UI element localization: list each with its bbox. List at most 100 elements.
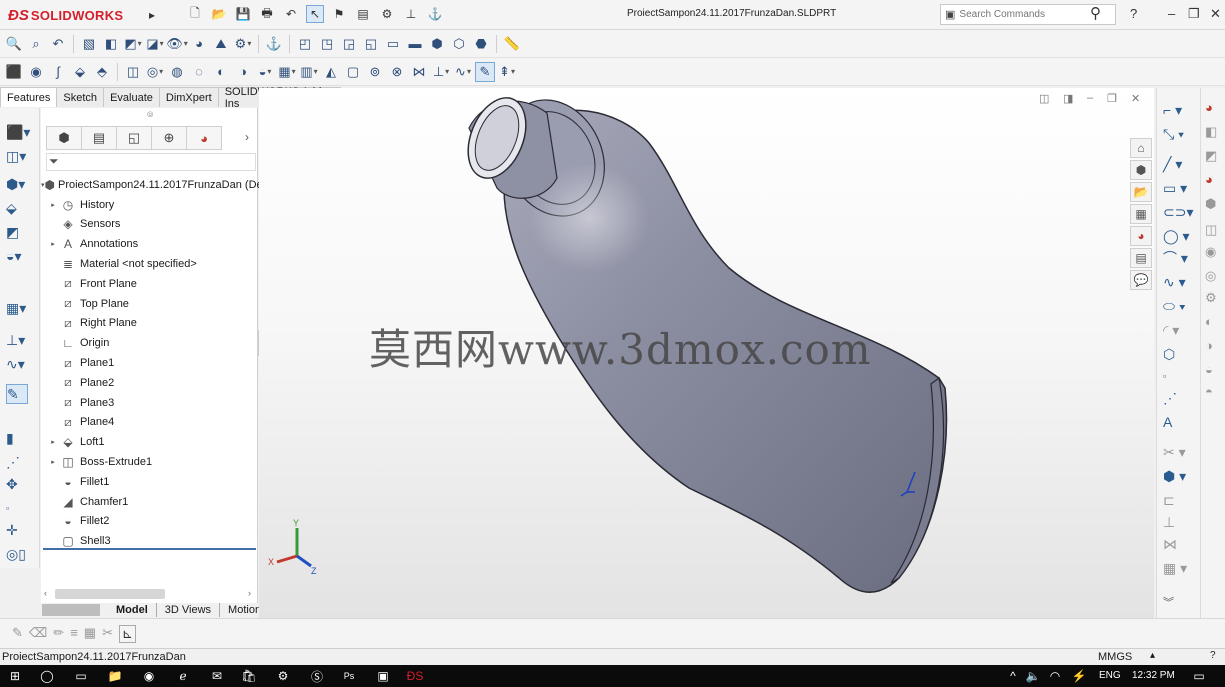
previous-view-icon[interactable]: ↶: [48, 34, 68, 54]
extrude-tool-icon[interactable]: ⬛▾: [6, 122, 34, 142]
store-icon[interactable]: 🛍: [240, 667, 258, 685]
loft-tool-icon[interactable]: ⬙: [6, 198, 34, 218]
arc-icon[interactable]: ⌒ ▾: [1163, 248, 1195, 268]
solidworks-logo[interactable]: ƉS SOLIDWORKS: [8, 5, 123, 25]
anchor-icon[interactable]: ⚓: [426, 5, 444, 23]
scroll-left-icon[interactable]: ‹: [44, 588, 47, 598]
panel-grip-icon[interactable]: ⦾: [147, 110, 153, 120]
convert-entities-icon[interactable]: ⬢ ▾: [1163, 466, 1195, 486]
decal-icon[interactable]: ◧: [1205, 124, 1223, 142]
design-library-icon[interactable]: ⬢: [1130, 160, 1152, 180]
tree-item[interactable]: ⧄ Plane3: [41, 393, 258, 413]
right-view-icon[interactable]: ◱: [361, 34, 381, 54]
reference-geometry-icon[interactable]: ⊥: [402, 5, 420, 23]
tree-item[interactable]: ∟ Origin: [41, 333, 258, 353]
wrap-icon[interactable]: ⊚: [365, 62, 385, 82]
scene-icon[interactable]: ◩: [1205, 148, 1223, 166]
chevron-right-icon[interactable]: ▸: [47, 240, 59, 248]
curves-icon[interactable]: ∿: [453, 62, 473, 82]
new-document-icon[interactable]: 🗋: [186, 5, 204, 23]
photoshop-icon[interactable]: Ps: [340, 667, 358, 685]
polygon-icon[interactable]: ⬡: [1163, 344, 1195, 364]
line-icon[interactable]: ╱ ▾: [1163, 154, 1195, 174]
search-input[interactable]: [959, 9, 1080, 20]
panel-tabs-scroll-right-icon[interactable]: ›: [245, 130, 249, 144]
windows-start-icon[interactable]: ⊞: [6, 667, 24, 685]
tree-item[interactable]: ⧄ Right Plane: [41, 314, 258, 334]
tab-features[interactable]: Features: [0, 87, 58, 107]
file-explorer-icon[interactable]: 📂: [1130, 182, 1152, 202]
spline-icon[interactable]: ∿ ▾: [1163, 272, 1195, 292]
boundary-cut-icon[interactable]: ◑: [233, 62, 253, 82]
custom-properties-icon[interactable]: ▤: [1130, 248, 1152, 268]
cut-tool-icon[interactable]: ◫▾: [6, 146, 34, 166]
front-view-icon[interactable]: ◰: [295, 34, 315, 54]
rebuild-icon[interactable]: ⚑: [330, 5, 348, 23]
camera-icon[interactable]: ◎: [1205, 268, 1223, 286]
centerline-icon[interactable]: ⋰: [1163, 388, 1195, 408]
solid-tool-icon[interactable]: ◩: [6, 222, 34, 242]
print-icon[interactable]: 🖶: [258, 5, 276, 23]
extruded-boss-icon[interactable]: ⬛: [4, 62, 24, 82]
ruler-tool-icon[interactable]: ◎▯: [6, 544, 34, 564]
back-view-icon[interactable]: ◳: [317, 34, 337, 54]
open-folder-icon[interactable]: 📂: [210, 5, 228, 23]
network-icon[interactable]: ⚡: [1070, 667, 1088, 685]
slot-icon[interactable]: ⊂⊃▾: [1163, 202, 1195, 222]
display-style-icon[interactable]: ◪: [145, 34, 165, 54]
file-explorer-taskbar-icon[interactable]: 📁: [106, 667, 124, 685]
select-cursor-icon[interactable]: ↖: [306, 5, 324, 23]
save-icon[interactable]: 💾: [234, 5, 252, 23]
task-view-icon[interactable]: ▭: [72, 667, 90, 685]
skype-icon[interactable]: Ⓢ: [308, 667, 326, 685]
cut-list-icon[interactable]: ✂: [102, 625, 113, 643]
rectangle-icon[interactable]: ▭ ▾: [1163, 178, 1195, 198]
lofted-boss-icon[interactable]: ⬙: [70, 62, 90, 82]
tree-item[interactable]: ⧄ Front Plane: [41, 274, 258, 294]
smart-dimension-icon[interactable]: ⤡ ▾: [1163, 124, 1195, 144]
lofted-cut-icon[interactable]: ◐: [211, 62, 231, 82]
tree-filter[interactable]: ⏷: [46, 153, 256, 171]
hole-wizard-icon[interactable]: ◎: [145, 62, 165, 82]
view-orientation-icon[interactable]: ◩: [123, 34, 143, 54]
rib-icon[interactable]: ▥: [299, 62, 319, 82]
chevron-right-icon[interactable]: ▸: [47, 438, 59, 446]
units-indicator[interactable]: MMGS: [1098, 651, 1132, 663]
text-icon[interactable]: A: [1163, 412, 1195, 432]
scene-icon[interactable]: ⛰: [211, 34, 231, 54]
steam-icon[interactable]: ⚙: [274, 667, 292, 685]
intersect-icon[interactable]: ⊗: [387, 62, 407, 82]
menu-expand-button[interactable]: ▸: [143, 6, 161, 24]
file-properties-icon[interactable]: ▤: [354, 5, 372, 23]
tray-chevron-icon[interactable]: ^: [1004, 667, 1022, 685]
reference-axis-icon[interactable]: ⊥▾: [6, 330, 34, 350]
tab-evaluate[interactable]: Evaluate: [103, 87, 160, 107]
fillet-icon[interactable]: ◒: [255, 62, 275, 82]
appearance-icon[interactable]: ◕: [1205, 100, 1223, 118]
chevron-right-icon[interactable]: ▸: [47, 458, 59, 466]
magnifier-icon[interactable]: ⚲: [1090, 4, 1101, 22]
options-gear-icon[interactable]: ⚙: [378, 5, 396, 23]
select-filter-icon[interactable]: ✎: [12, 625, 23, 643]
solidworks-taskbar-icon[interactable]: ƉS: [406, 667, 424, 685]
swept-boss-icon[interactable]: ∫: [48, 62, 68, 82]
section-view-icon[interactable]: ▧: [79, 34, 99, 54]
clock[interactable]: 12:32 PM: [1132, 670, 1175, 681]
navigate-icon[interactable]: ✛: [6, 520, 34, 540]
left-view-icon[interactable]: ◲: [339, 34, 359, 54]
schedule-icon[interactable]: ◐: [1205, 314, 1223, 332]
display-manager-tab-icon[interactable]: ◕: [186, 126, 222, 150]
tab-sketch[interactable]: Sketch: [56, 87, 105, 107]
measure-icon[interactable]: 📏: [502, 34, 522, 54]
tab-scroll-controls[interactable]: [42, 604, 100, 616]
extruded-cut-icon[interactable]: ◫: [123, 62, 143, 82]
mirror-entities-icon[interactable]: ⋈: [1163, 534, 1195, 554]
isometric-view-icon[interactable]: ⬢: [427, 34, 447, 54]
dimetric-view-icon[interactable]: ⬣: [471, 34, 491, 54]
dashed-line-icon[interactable]: ⋰: [6, 452, 34, 472]
tree-item[interactable]: ⧄ Top Plane: [41, 294, 258, 314]
revolved-boss-icon[interactable]: ◉: [26, 62, 46, 82]
tree-item[interactable]: ◒ Fillet2: [41, 512, 258, 532]
help-icon[interactable]: ?: [1130, 6, 1137, 21]
tab-model[interactable]: Model: [108, 603, 157, 617]
